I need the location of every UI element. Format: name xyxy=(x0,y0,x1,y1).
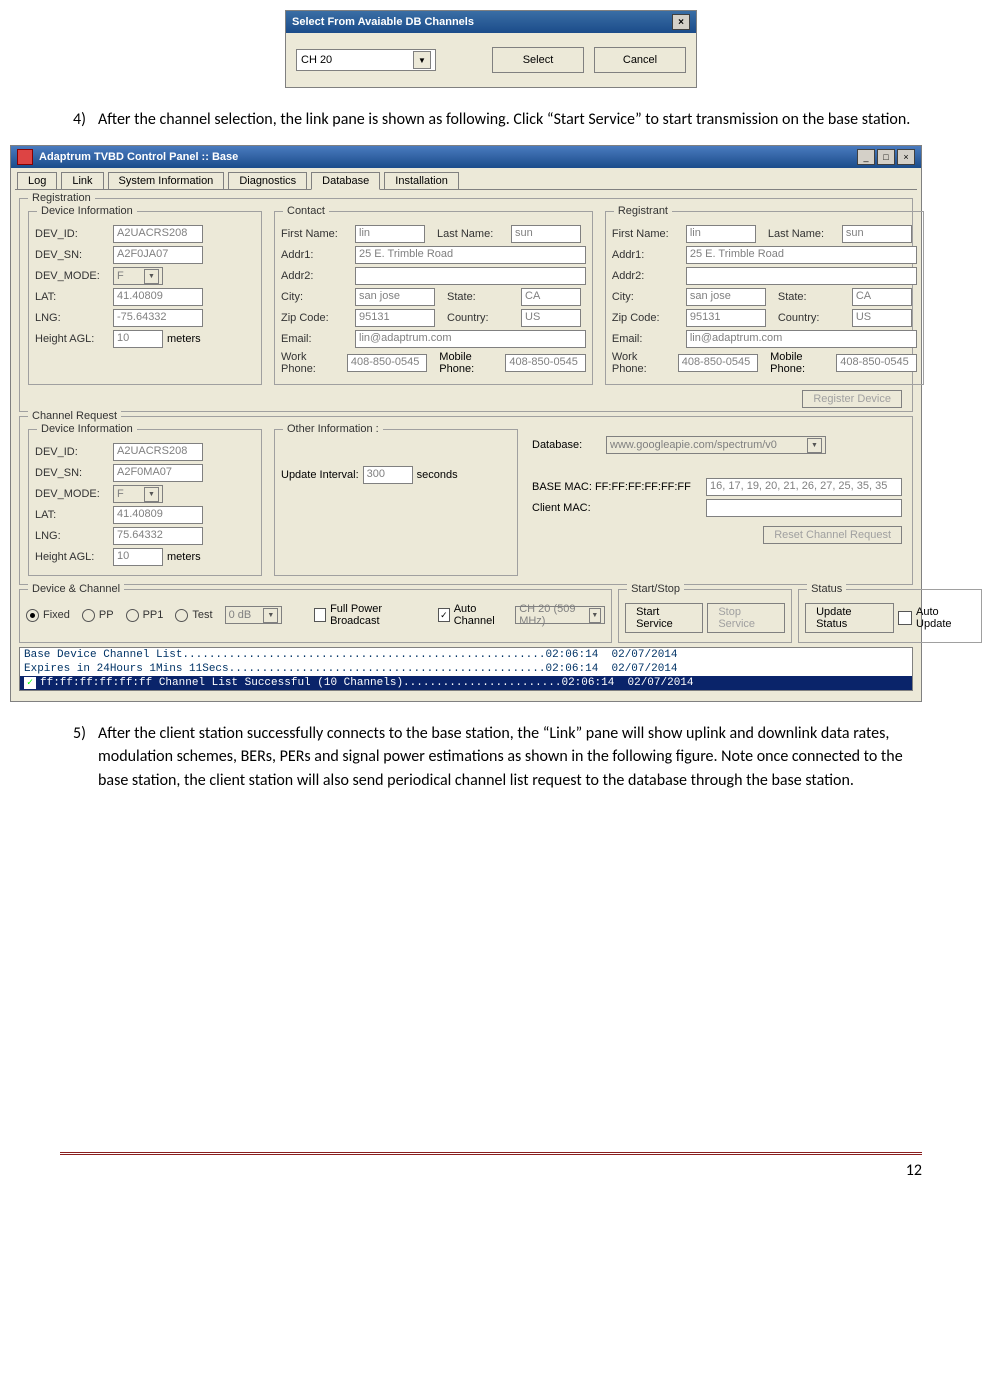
height-agl-field: 10 xyxy=(113,330,163,348)
city-field[interactable]: san jose xyxy=(355,288,435,306)
tab-diagnostics[interactable]: Diagnostics xyxy=(228,172,307,189)
reset-channel-request-button[interactable]: Reset Channel Request xyxy=(763,526,902,544)
chevron-down-icon: ▼ xyxy=(144,269,159,284)
tab-bar: Log Link System Information Diagnostics … xyxy=(11,168,921,189)
radio-pp[interactable]: PP xyxy=(82,609,114,622)
other-info-group: Other Information : Update Interval: 300… xyxy=(274,429,518,576)
base-mac-field: 16, 17, 19, 20, 21, 26, 27, 25, 35, 35 xyxy=(706,478,902,496)
step-5: 5) After the client station successfully… xyxy=(60,722,922,792)
stop-service-button[interactable]: Stop Service xyxy=(707,603,785,633)
registration-group: Registration Device Information DEV_ID:A… xyxy=(19,198,913,412)
gain-select[interactable]: 0 dB▼ xyxy=(225,606,283,624)
select-channel-dialog: Select From Avaiable DB Channels × CH 20… xyxy=(285,10,697,88)
close-icon[interactable]: × xyxy=(672,14,690,30)
app-title: Adaptrum TVBD Control Panel :: Base xyxy=(39,151,238,163)
addr2-field[interactable] xyxy=(355,267,586,285)
contact-group: Contact First Name:linLast Name:sun Addr… xyxy=(274,211,593,385)
full-power-checkbox[interactable] xyxy=(314,608,326,622)
zip-field[interactable]: 95131 xyxy=(355,309,435,327)
log-area: Base Device Channel List................… xyxy=(19,647,913,691)
channel-request-group: Channel Request Device Information DEV_I… xyxy=(19,416,913,585)
register-device-button[interactable]: Register Device xyxy=(802,390,902,408)
dialog-title: Select From Avaiable DB Channels xyxy=(292,16,474,28)
radio-fixed[interactable]: Fixed xyxy=(26,609,70,622)
select-button[interactable]: Select xyxy=(492,47,584,73)
database-panel: Database:www.googleapie.com/spectrum/v0▼… xyxy=(528,427,906,578)
addr1-field[interactable]: 25 E. Trimble Road xyxy=(355,246,586,264)
tab-installation[interactable]: Installation xyxy=(384,172,459,189)
country-field[interactable]: US xyxy=(521,309,581,327)
last-name-field[interactable]: sun xyxy=(511,225,581,243)
email-field[interactable]: lin@adaptrum.com xyxy=(355,330,586,348)
tab-link[interactable]: Link xyxy=(61,172,103,189)
tab-log[interactable]: Log xyxy=(17,172,57,189)
close-icon[interactable]: × xyxy=(897,149,915,165)
chevron-down-icon: ▼ xyxy=(413,51,431,69)
log-line-selected[interactable]: ff:ff:ff:ff:ff:ff Channel List Successfu… xyxy=(20,676,912,690)
app-window: Adaptrum TVBD Control Panel :: Base _ □ … xyxy=(10,145,922,702)
lat-field: 41.40809 xyxy=(113,288,203,306)
step-4: 4) After the channel selection, the link… xyxy=(60,108,922,131)
chevron-down-icon: ▼ xyxy=(807,438,822,453)
radio-pp1[interactable]: PP1 xyxy=(126,609,164,622)
update-interval-field[interactable]: 300 xyxy=(363,466,413,484)
work-phone-field[interactable]: 408-850-0545 xyxy=(347,354,427,372)
app-icon xyxy=(17,149,33,165)
mobile-phone-field[interactable]: 408-850-0545 xyxy=(505,354,585,372)
start-stop-group: Start/Stop Start Service Stop Service xyxy=(618,589,792,643)
first-name-field[interactable]: lin xyxy=(355,225,425,243)
device-info-group: Device Information DEV_ID:A2UACRS208 DEV… xyxy=(28,211,262,385)
minimize-icon[interactable]: _ xyxy=(857,149,875,165)
lng-field: -75.64332 xyxy=(113,309,203,327)
channel-dropdown[interactable]: CH 20 ▼ xyxy=(296,49,436,71)
state-field[interactable]: CA xyxy=(521,288,581,306)
update-status-button[interactable]: Update Status xyxy=(805,603,894,633)
maximize-icon[interactable]: □ xyxy=(877,149,895,165)
client-mac-field[interactable] xyxy=(706,499,902,517)
auto-channel-checkbox[interactable] xyxy=(438,608,450,622)
dev-sn-field: A2F0JA07 xyxy=(113,246,203,264)
tab-database[interactable]: Database xyxy=(311,172,380,190)
cancel-button[interactable]: Cancel xyxy=(594,47,686,73)
auto-update-checkbox[interactable] xyxy=(898,611,912,625)
channel-select[interactable]: CH 20 (509 MHz)▼ xyxy=(515,606,605,624)
device-channel-group: Device & Channel Fixed PP PP1 Test 0 dB▼… xyxy=(19,589,612,643)
log-line: Base Device Channel List................… xyxy=(20,648,912,662)
cr-device-info-group: Device Information DEV_ID:A2UACRS208 DEV… xyxy=(28,429,262,576)
tab-system-information[interactable]: System Information xyxy=(108,172,225,189)
log-line: Expires in 24Hours 1Mins 11Secs.........… xyxy=(20,662,912,676)
dev-mode-select[interactable]: F▼ xyxy=(113,267,163,285)
radio-test[interactable]: Test xyxy=(175,609,212,622)
registrant-group: Registrant First Name:linLast Name:sun A… xyxy=(605,211,924,385)
page-number: 12 xyxy=(60,1152,922,1180)
start-service-button[interactable]: Start Service xyxy=(625,603,703,633)
database-select[interactable]: www.googleapie.com/spectrum/v0▼ xyxy=(606,436,826,454)
status-group: Status Update Status Auto Update xyxy=(798,589,982,643)
dev-id-field: A2UACRS208 xyxy=(113,225,203,243)
